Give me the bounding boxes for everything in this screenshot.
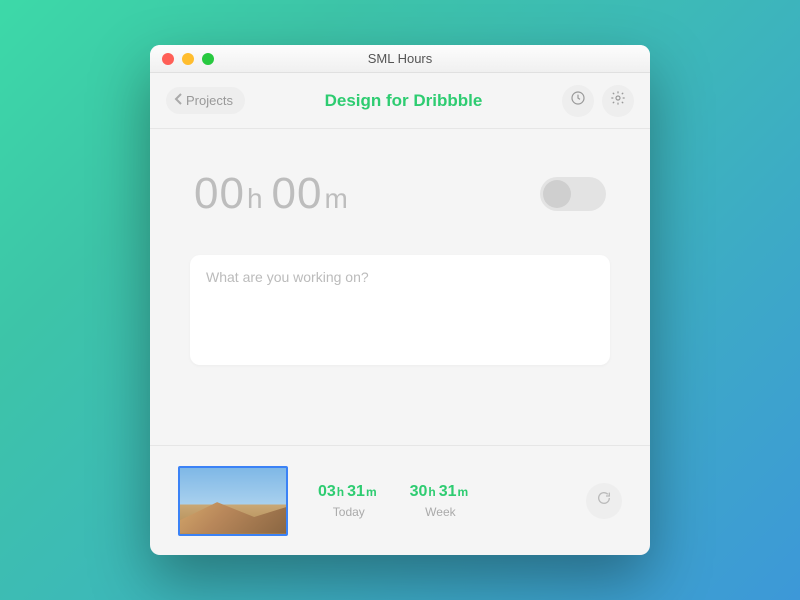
note-input[interactable]: What are you working on? (190, 255, 610, 365)
timer-minutes-unit: m (324, 183, 348, 214)
refresh-icon (596, 490, 612, 511)
footer: 03h31m Today 30h31m Week (150, 445, 650, 555)
settings-button[interactable] (602, 85, 634, 117)
stat-week-label: Week (410, 505, 472, 519)
stat-today: 03h31m Today (318, 483, 380, 519)
header-actions (562, 85, 634, 117)
refresh-button[interactable] (586, 483, 622, 519)
timer-row: 00h00m (190, 169, 610, 219)
stat-today-time: 03h31m (318, 483, 380, 501)
main-content: 00h00m What are you working on? (150, 129, 650, 445)
minimize-window-button[interactable] (182, 53, 194, 65)
titlebar: SML Hours (150, 45, 650, 73)
stat-week-time: 30h31m (410, 483, 472, 501)
chevron-left-icon (174, 93, 184, 108)
toggle-knob (543, 180, 571, 208)
stat-week: 30h31m Week (410, 483, 472, 519)
maximize-window-button[interactable] (202, 53, 214, 65)
stat-today-label: Today (318, 505, 380, 519)
timer-display: 00h00m (194, 169, 357, 219)
app-window: SML Hours Projects Design for Dribbble (150, 45, 650, 555)
header: Projects Design for Dribbble (150, 73, 650, 129)
timer-hours: 00 (194, 169, 245, 218)
gear-icon (610, 90, 626, 111)
window-controls (150, 53, 214, 65)
window-title: SML Hours (150, 51, 650, 66)
screenshot-thumbnail[interactable] (178, 466, 288, 536)
timer-hours-unit: h (247, 183, 264, 214)
history-button[interactable] (562, 85, 594, 117)
timer-minutes: 00 (272, 169, 323, 218)
back-button-label: Projects (186, 93, 233, 108)
close-window-button[interactable] (162, 53, 174, 65)
page-title: Design for Dribbble (245, 91, 562, 111)
back-button[interactable]: Projects (166, 87, 245, 114)
timer-toggle[interactable] (540, 177, 606, 211)
clock-icon (570, 90, 586, 111)
